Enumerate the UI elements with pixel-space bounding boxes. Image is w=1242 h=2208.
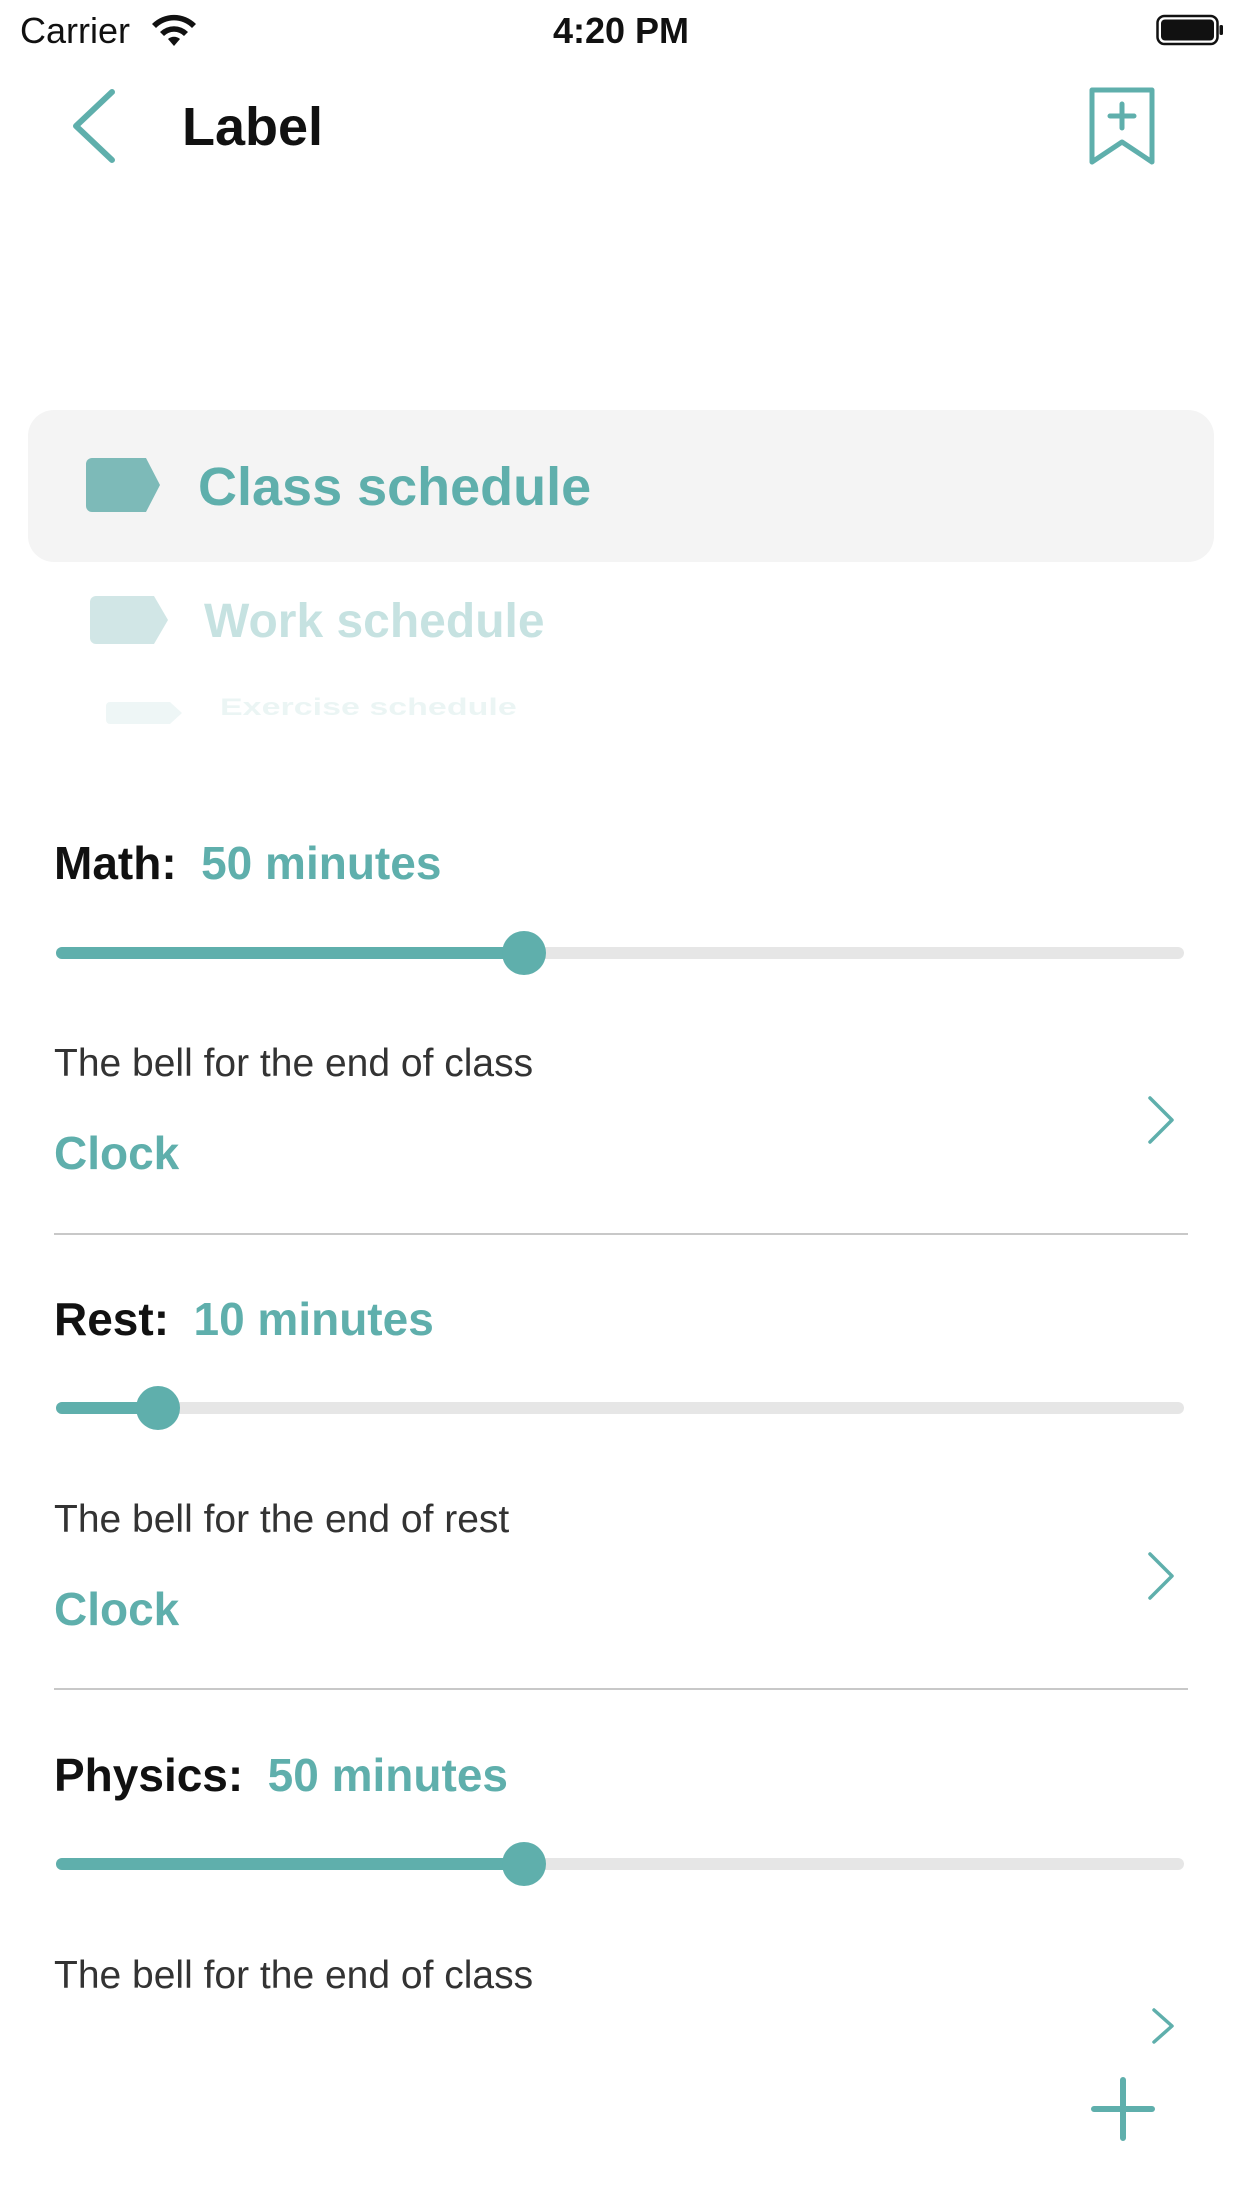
chevron-right-icon[interactable]: [1146, 1550, 1176, 1602]
duration-name: Physics:: [54, 1749, 244, 1801]
back-chevron-icon[interactable]: [62, 84, 126, 168]
slider-thumb[interactable]: [502, 931, 547, 975]
tag-icon: [86, 458, 160, 512]
bell-label: The bell for the end of rest: [54, 1498, 510, 1541]
tag-icon: [90, 596, 168, 644]
duration-name: Math:: [54, 837, 177, 889]
bell-label: The bell for the end of class: [54, 1954, 534, 1997]
plus-icon[interactable]: [1088, 2074, 1158, 2144]
duration-header-math: Math: 50 minutes: [54, 836, 441, 890]
divider: [54, 1688, 1188, 1690]
duration-slider[interactable]: [56, 1842, 1184, 1886]
duration-value: 50 minutes: [267, 1749, 508, 1801]
status-time: 4:20 PM: [552, 10, 690, 51]
bell-value[interactable]: Clock: [54, 1582, 179, 1636]
picker-item-label: Exercise schedule: [220, 694, 517, 721]
duration-slider[interactable]: [56, 1386, 1184, 1430]
duration-value: 10 minutes: [193, 1293, 434, 1345]
slider-thumb[interactable]: [135, 1386, 180, 1430]
duration-header-physics: Physics: 50 minutes: [54, 1748, 508, 1802]
duration-name: Rest:: [54, 1293, 170, 1345]
bell-value[interactable]: Clock: [54, 1126, 179, 1180]
picker-item-work-schedule[interactable]: Work schedule: [0, 586, 1242, 656]
tag-icon: [106, 702, 182, 724]
duration-header-rest: Rest: 10 minutes: [54, 1292, 434, 1346]
slider-fill: [56, 947, 525, 959]
slider-thumb[interactable]: [502, 1842, 547, 1886]
slider-fill: [56, 1858, 525, 1870]
chevron-right-icon[interactable]: [1146, 1094, 1176, 1146]
bell-label: The bell for the end of class: [54, 1042, 534, 1085]
picker-item-class-schedule[interactable]: Class schedule: [0, 410, 1242, 562]
bookmark-add-icon[interactable]: [1086, 86, 1158, 166]
battery-icon: [1156, 14, 1223, 46]
page-title: Label: [182, 97, 324, 157]
duration-slider[interactable]: [56, 931, 1184, 975]
picker-item-label: Work schedule: [204, 595, 545, 648]
duration-value: 50 minutes: [201, 837, 442, 889]
chevron-right-icon[interactable]: [1150, 2006, 1176, 2046]
picker-item-label: Class schedule: [198, 457, 592, 517]
picker-item-exercise-schedule[interactable]: Exercise schedule: [0, 692, 1242, 728]
divider: [54, 1233, 1188, 1235]
